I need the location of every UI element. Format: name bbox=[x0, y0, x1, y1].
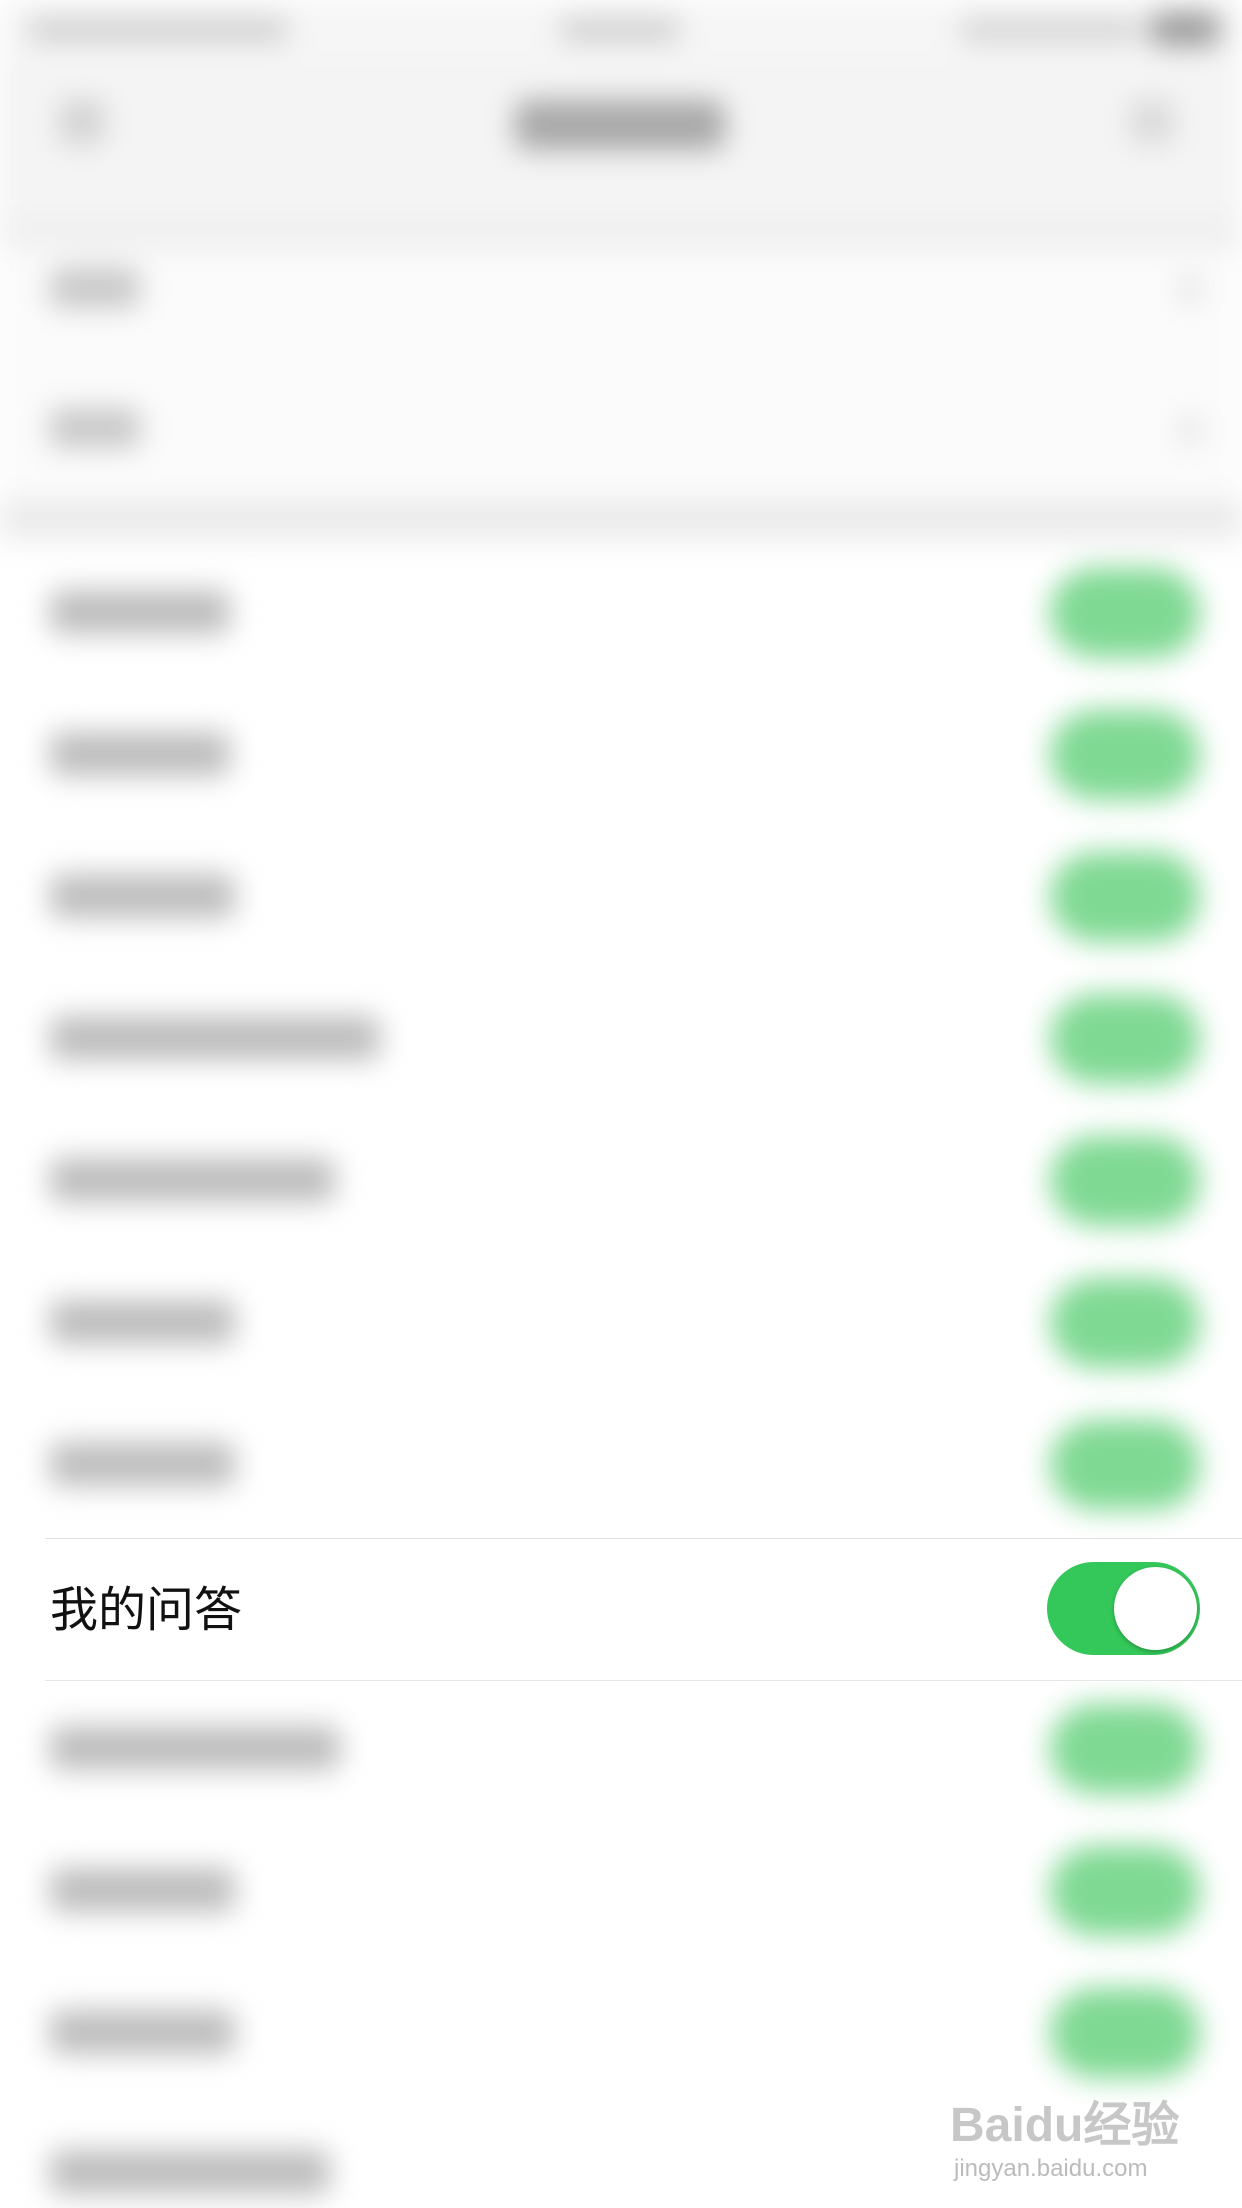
status-carrier bbox=[28, 18, 288, 42]
battery-icon bbox=[1150, 12, 1220, 46]
blurred-row-label bbox=[50, 1442, 235, 1486]
blurred-row-label bbox=[50, 732, 230, 776]
blurred-toggle[interactable] bbox=[1050, 852, 1200, 942]
section-gap bbox=[0, 500, 1242, 540]
blurred-toggle[interactable] bbox=[1050, 1136, 1200, 1226]
blurred-toggle[interactable] bbox=[1050, 1846, 1200, 1936]
blurred-row-label bbox=[50, 2150, 330, 2194]
blurred-row-label bbox=[50, 874, 235, 918]
blurred-row-label bbox=[50, 1868, 235, 1912]
blurred-row-label bbox=[50, 1158, 335, 1202]
settings-section-top bbox=[0, 250, 1242, 500]
blurred-row-label bbox=[50, 1016, 380, 1060]
blurred-row-label bbox=[50, 268, 140, 308]
blurred-toggle[interactable] bbox=[1050, 994, 1200, 1084]
nav-right-icon[interactable] bbox=[1130, 100, 1174, 144]
blurred-toggle[interactable] bbox=[1050, 710, 1200, 800]
baidu-jingyan-watermark: Baidu经验 jingyan.baidu.com bbox=[950, 2085, 1190, 2185]
section-gap bbox=[0, 220, 1242, 250]
toggle-knob bbox=[1114, 1567, 1197, 1650]
setting-row-label: 我的问答 bbox=[50, 1582, 243, 1638]
blurred-row-label bbox=[50, 590, 230, 634]
blurred-row-label bbox=[50, 408, 140, 448]
blurred-toggle[interactable] bbox=[1050, 568, 1200, 658]
blurred-toggle[interactable] bbox=[1050, 1278, 1200, 1368]
chevron-right-icon bbox=[1180, 415, 1200, 445]
status-time bbox=[560, 18, 680, 42]
blurred-row-label bbox=[50, 1300, 235, 1344]
row-divider bbox=[45, 1680, 1242, 1681]
blurred-toggle[interactable] bbox=[1050, 1988, 1200, 2078]
watermark-url: jingyan.baidu.com bbox=[954, 2155, 1148, 2182]
blurred-row-label bbox=[50, 1726, 340, 1770]
status-bar bbox=[0, 0, 1242, 60]
blurred-background bbox=[0, 0, 1242, 2208]
my-qa-toggle[interactable] bbox=[1047, 1562, 1200, 1655]
blurred-row-label bbox=[50, 2010, 235, 2054]
back-icon[interactable] bbox=[60, 100, 104, 144]
blurred-toggle[interactable] bbox=[1050, 1704, 1200, 1794]
blurred-toggle[interactable] bbox=[1050, 1420, 1200, 1510]
settings-screen: 我的问答 Baidu经验 jingyan.baidu.com bbox=[0, 0, 1242, 2208]
watermark-logo: Baidu经验 bbox=[950, 2099, 1180, 2152]
nav-title bbox=[515, 100, 725, 150]
status-indicators bbox=[960, 18, 1140, 42]
row-divider bbox=[45, 1538, 1242, 1539]
chevron-right-icon bbox=[1180, 275, 1200, 305]
